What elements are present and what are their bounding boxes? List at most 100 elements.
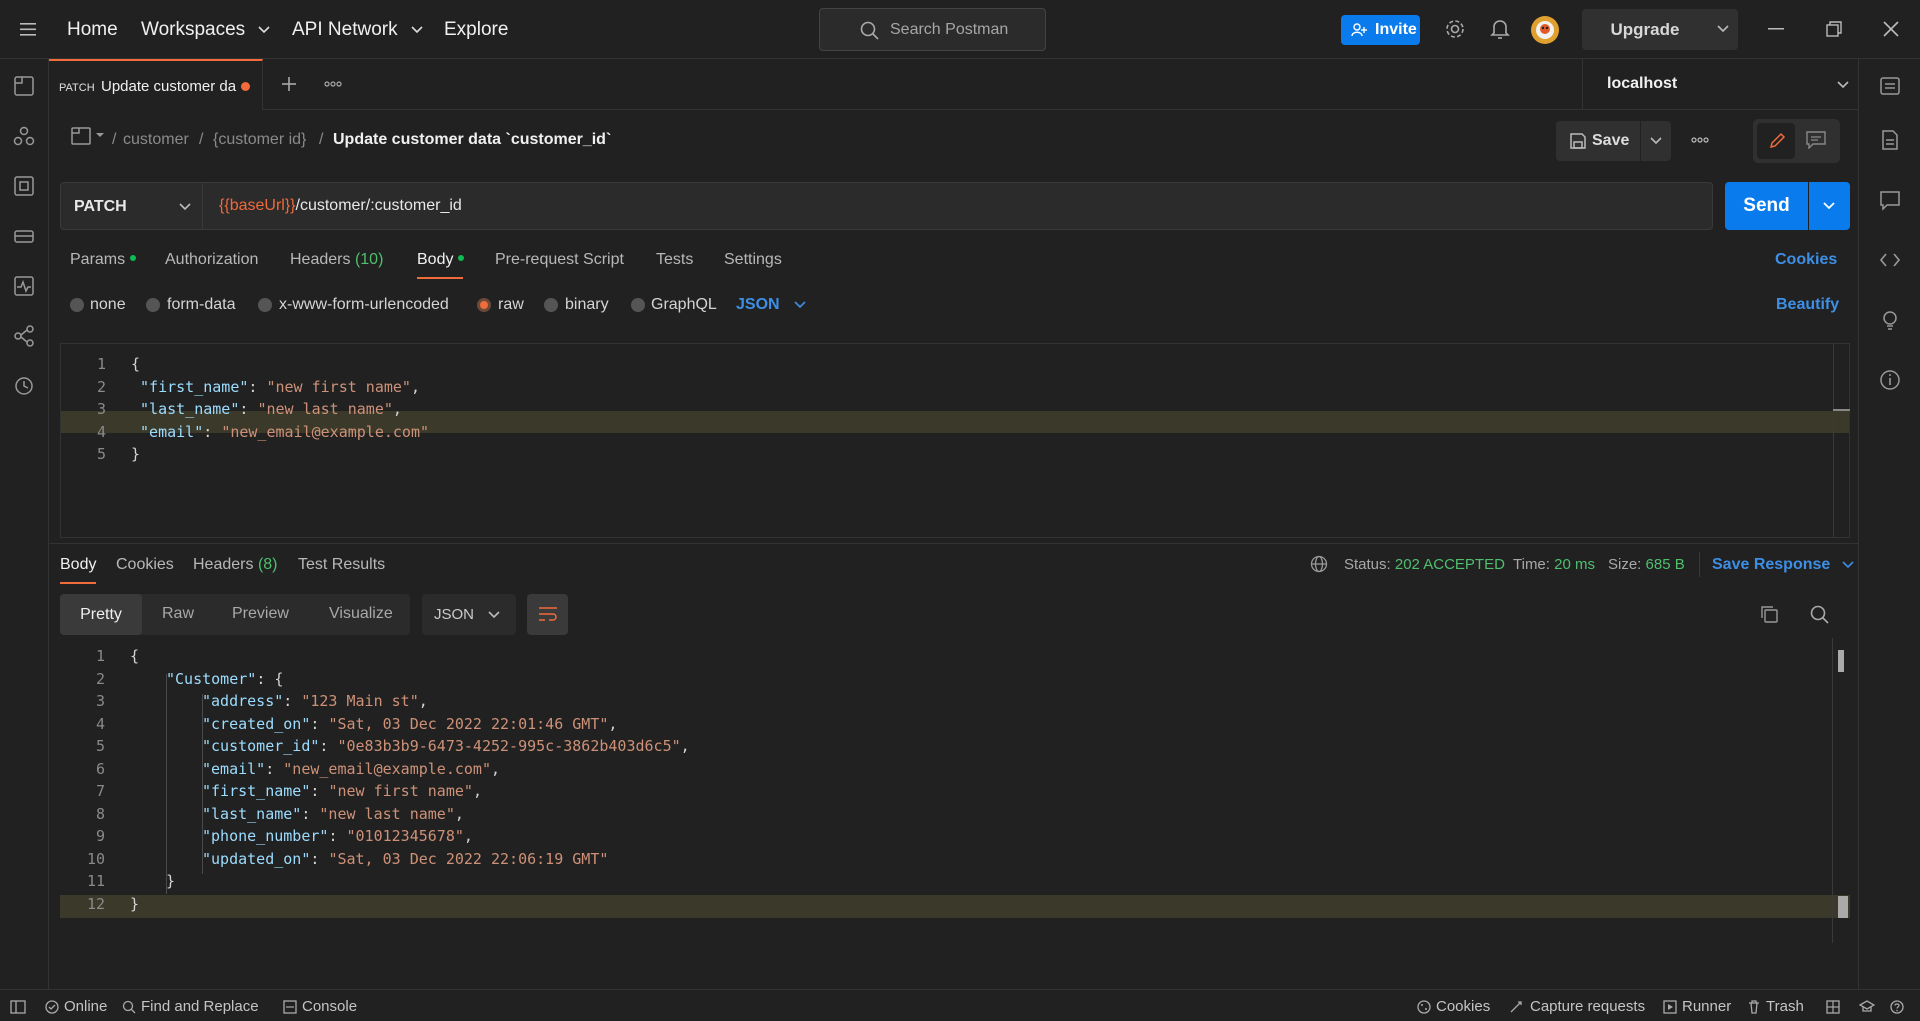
search-input[interactable]: Search Postman	[819, 8, 1046, 51]
add-tab-icon[interactable]	[281, 76, 297, 92]
lightbulb-icon[interactable]	[1879, 309, 1901, 331]
radio-none-label[interactable]: none	[90, 296, 126, 314]
response-size[interactable]: Size: 685 B	[1608, 556, 1685, 573]
beautify-button[interactable]: Beautify	[1776, 296, 1839, 314]
save-response-button[interactable]: Save Response	[1712, 556, 1854, 574]
edit-mode-button[interactable]	[1757, 123, 1795, 159]
radio-graphql[interactable]	[631, 298, 645, 312]
trash-button[interactable]: Trash	[1766, 998, 1804, 1015]
tab-prerequest-script[interactable]: Pre-request Script	[495, 251, 624, 269]
view-visualize[interactable]: Visualize	[329, 605, 393, 623]
radio-raw[interactable]	[477, 298, 491, 312]
request-tab-active[interactable]: PATCH Update customer da	[49, 59, 263, 110]
send-dropdown[interactable]	[1809, 182, 1850, 230]
pane-divider[interactable]	[49, 543, 1858, 544]
view-preview[interactable]: Preview	[232, 605, 289, 623]
more-actions-icon[interactable]	[1691, 137, 1709, 143]
viewer-scrollbar-thumb[interactable]	[1838, 650, 1844, 672]
apis-icon[interactable]	[13, 125, 35, 147]
menu-icon[interactable]	[20, 23, 36, 36]
radio-raw-label[interactable]: raw	[498, 296, 524, 314]
avatar[interactable]	[1530, 15, 1560, 45]
invite-button[interactable]: Invite	[1341, 15, 1420, 45]
radio-form-data[interactable]	[146, 298, 160, 312]
send-button[interactable]: Send	[1725, 182, 1808, 230]
response-tab-test-results[interactable]: Test Results	[298, 556, 385, 574]
radio-urlencoded-label[interactable]: x-www-form-urlencoded	[279, 296, 449, 314]
collections-icon[interactable]	[13, 75, 35, 97]
response-tab-cookies[interactable]: Cookies	[116, 556, 174, 574]
history-icon[interactable]	[13, 375, 35, 397]
more-tabs-icon[interactable]	[324, 81, 342, 87]
response-status[interactable]: Status: 202 ACCEPTED	[1344, 556, 1505, 573]
breadcrumb-customer[interactable]: customer	[123, 131, 189, 149]
restore-icon[interactable]	[1826, 21, 1842, 37]
console-button[interactable]: Console	[302, 998, 357, 1015]
radio-none[interactable]	[70, 298, 84, 312]
tab-tests[interactable]: Tests	[656, 251, 693, 269]
collection-icon[interactable]	[71, 127, 107, 145]
online-status[interactable]: Online	[64, 998, 107, 1015]
tab-settings[interactable]: Settings	[724, 251, 782, 269]
runner-button[interactable]: Runner	[1682, 998, 1731, 1015]
response-body-viewer[interactable]: 1 {2 "Customer": {3 "address": "123 Main st…	[60, 638, 1850, 950]
cookies-link[interactable]: Cookies	[1775, 251, 1837, 269]
request-body-editor[interactable]: 1 {2 "first_name": "new first name", 3 "la…	[60, 343, 1850, 538]
search-icon[interactable]	[1810, 605, 1830, 625]
sidebar-toggle-icon[interactable]	[10, 1000, 26, 1014]
nav-home[interactable]: Home	[67, 0, 118, 59]
documentation-icon[interactable]	[1879, 129, 1901, 151]
environment-quick-look-icon[interactable]	[1879, 75, 1901, 97]
layout-icon[interactable]	[1826, 1000, 1840, 1014]
tab-body[interactable]: Body	[417, 251, 465, 269]
response-time[interactable]: Time: 20 ms	[1513, 556, 1595, 573]
globe-icon[interactable]	[1310, 555, 1328, 573]
url-input[interactable]: {{baseUrl}}/customer/:customer_id	[203, 182, 1713, 230]
wrap-lines-button[interactable]	[527, 594, 568, 635]
mock-servers-icon[interactable]	[13, 225, 35, 247]
copy-icon[interactable]	[1760, 605, 1778, 623]
monitors-icon[interactable]	[13, 275, 35, 297]
breadcrumb-customer-id[interactable]: {customer id}	[213, 131, 306, 149]
method-select[interactable]: PATCH	[60, 182, 203, 230]
radio-binary[interactable]	[544, 298, 558, 312]
code-line: "phone_number": "01012345678",	[202, 827, 473, 845]
find-and-replace[interactable]: Find and Replace	[141, 998, 259, 1015]
save-button[interactable]: Save	[1556, 121, 1640, 161]
tab-params[interactable]: Params	[70, 251, 137, 269]
bell-icon[interactable]	[1490, 18, 1510, 40]
response-tab-body[interactable]: Body	[60, 556, 96, 574]
environments-icon[interactable]	[13, 175, 35, 197]
help-icon[interactable]	[1890, 1000, 1904, 1014]
tab-authorization[interactable]: Authorization	[165, 251, 258, 269]
radio-urlencoded[interactable]	[258, 298, 272, 312]
upgrade-dropdown[interactable]	[1708, 9, 1738, 50]
bootcamp-icon[interactable]	[1859, 1000, 1875, 1014]
view-pretty[interactable]: Pretty	[60, 594, 142, 635]
radio-binary-label[interactable]: binary	[565, 296, 609, 314]
request-title[interactable]: Update customer data `customer_id`	[333, 131, 611, 149]
body-language-select[interactable]: JSON	[736, 296, 806, 314]
nav-api-network[interactable]: API Network	[292, 0, 423, 59]
response-format-select[interactable]: JSON	[422, 594, 516, 635]
radio-form-data-label[interactable]: form-data	[167, 296, 235, 314]
info-icon[interactable]	[1879, 369, 1901, 391]
save-dropdown[interactable]	[1641, 121, 1671, 161]
comments-icon[interactable]	[1879, 189, 1901, 211]
comment-mode-icon[interactable]	[1806, 131, 1826, 149]
minimize-icon[interactable]	[1768, 28, 1784, 30]
environment-selector[interactable]: localhost	[1582, 59, 1858, 110]
cookies-button[interactable]: Cookies	[1436, 998, 1490, 1015]
response-tab-headers[interactable]: Headers (8)	[193, 556, 278, 574]
tab-headers[interactable]: Headers (10)	[290, 251, 383, 269]
radio-graphql-label[interactable]: GraphQL	[651, 296, 717, 314]
capture-requests-button[interactable]: Capture requests	[1530, 998, 1645, 1015]
close-icon[interactable]	[1883, 21, 1899, 37]
flows-icon[interactable]	[13, 325, 35, 347]
code-icon[interactable]	[1879, 249, 1901, 271]
nav-workspaces[interactable]: Workspaces	[141, 0, 271, 59]
view-raw[interactable]: Raw	[162, 605, 194, 623]
upgrade-button[interactable]: Upgrade	[1582, 9, 1708, 50]
nav-explore[interactable]: Explore	[444, 0, 508, 59]
settings-icon[interactable]	[1444, 18, 1466, 40]
